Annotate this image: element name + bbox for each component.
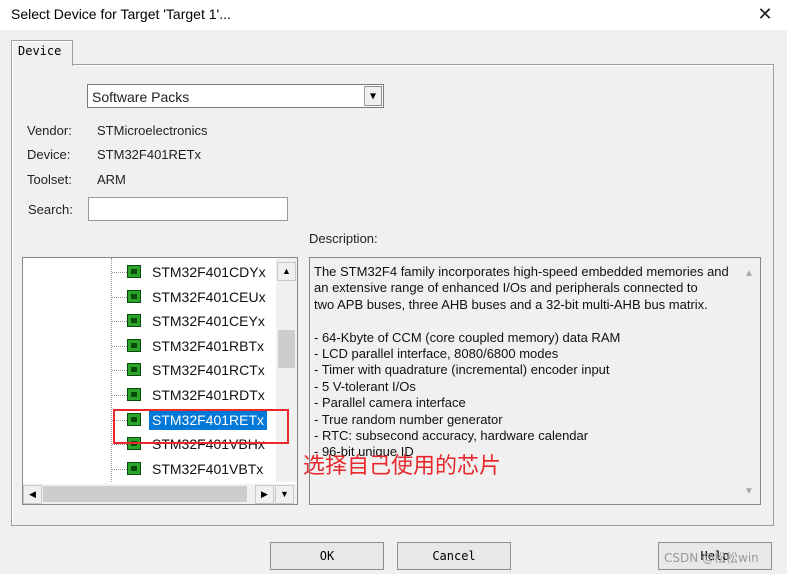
tree-item[interactable]: STM32F401CDYx [23,260,276,284]
chip-icon [127,461,141,475]
description-line: The STM32F4 family incorporates high-spe… [314,264,729,279]
description-line: - 64-Kbyte of CCM (core coupled memory) … [314,329,621,345]
tree-horizontal-scrollbar[interactable]: ◀ ▶ ▼ [23,484,297,504]
tree-item-label: STM32F401CDYx [152,264,266,280]
description-line: - Parallel camera interface [314,395,466,411]
scroll-down-icon[interactable]: ▼ [275,485,294,504]
tree-connector [112,345,127,347]
device-tree[interactable]: STM32F401CDYx STM32F401CEUx STM32F401CEYx S… [22,257,298,505]
pack-select[interactable]: Software Packs ▼ [87,84,384,108]
tree-connector [112,272,127,273]
tree-item[interactable]: STM32F401RCTx [23,358,276,382]
description-line: an extensive range of enhanced I/Os and … [314,280,698,296]
description-line: two APB buses, three AHB buses and a 32-… [314,296,708,312]
tree-connector [112,321,127,323]
tree-item[interactable]: STM32F401RBTx [23,334,276,358]
description-line: - Timer with quadrature (incremental) en… [314,362,610,378]
tab-device-label: Device [18,44,62,58]
vendor-value: STMicroelectronics [97,123,208,138]
tree-vertical-scrollbar[interactable]: ▲ [276,258,297,482]
vendor-label: Vendor: [27,123,72,138]
ok-button[interactable]: OK [270,542,384,570]
tree-horizontal-thumb[interactable] [43,486,247,502]
tree-item-label: STM32F401VBTx [152,460,264,477]
tree-item-label: STM32F401RCTx [152,362,265,379]
search-label: Search: [28,202,73,217]
cancel-button[interactable]: Cancel [397,542,511,570]
scroll-up-icon[interactable]: ▲ [744,268,754,279]
tree-item-label: STM32F401CEYx [152,313,265,330]
description-line: - 5 V-tolerant I/Os [314,378,416,394]
chip-icon [127,338,141,352]
tree-item-label: STM32F401RDTx [152,387,265,403]
tree-connector [112,444,127,446]
chip-icon [127,314,141,328]
scroll-up-icon[interactable]: ▲ [277,262,296,281]
pack-select-value: Software Packs [92,89,190,105]
description-scrollbar[interactable]: ▲ ▼ [741,262,758,500]
chip-icon [127,265,141,278]
description-line: - LCD parallel interface, 8080/6800 mode… [314,346,559,361]
toolset-value: ARM [97,172,126,187]
tree-connector [112,468,127,470]
tree-item-label: STM32F401CEUx [152,288,266,305]
description-line: - RTC: subsecond accuracy, hardware cale… [314,428,589,443]
chevron-down-icon[interactable]: ▼ [364,86,382,106]
chip-icon [127,363,141,377]
annotation-text: 选择自己使用的芯片 [303,454,502,479]
window-title: Select Device for Target 'Target 1'... [11,6,231,22]
description-label: Description: [309,231,378,246]
annotation-highlight-box [113,409,289,444]
description-line: - True random number generator [314,411,503,427]
tree-item[interactable]: STM32F401VBTx [23,457,276,481]
device-value: STM32F401RETx [97,147,202,162]
toolset-label: Toolset: [27,172,72,187]
scroll-right-icon[interactable]: ▶ [255,485,274,504]
tree-connector [112,296,127,298]
tree-connector [112,395,127,396]
tree-vertical-thumb[interactable] [278,330,295,368]
tree-item-label: STM32F401RBTx [152,337,265,354]
device-label: Device: [27,147,71,162]
scroll-down-icon[interactable]: ▼ [744,486,754,497]
search-input[interactable] [88,197,288,221]
close-icon[interactable]: ✕ [752,2,778,26]
watermark: CSDN @松松win [664,551,759,565]
tree-item[interactable]: STM32F401CEYx [23,309,276,333]
tab-device[interactable]: Device [11,40,73,66]
scroll-left-icon[interactable]: ◀ [23,485,42,504]
chip-icon [127,289,141,303]
title-bar: Select Device for Target 'Target 1'... ✕ [0,0,787,30]
tree-connector [112,370,127,372]
tree-item[interactable]: STM32F401CEUx [23,285,276,309]
chip-icon [127,388,141,401]
tree-item[interactable]: STM32F401RDTx [23,383,276,407]
